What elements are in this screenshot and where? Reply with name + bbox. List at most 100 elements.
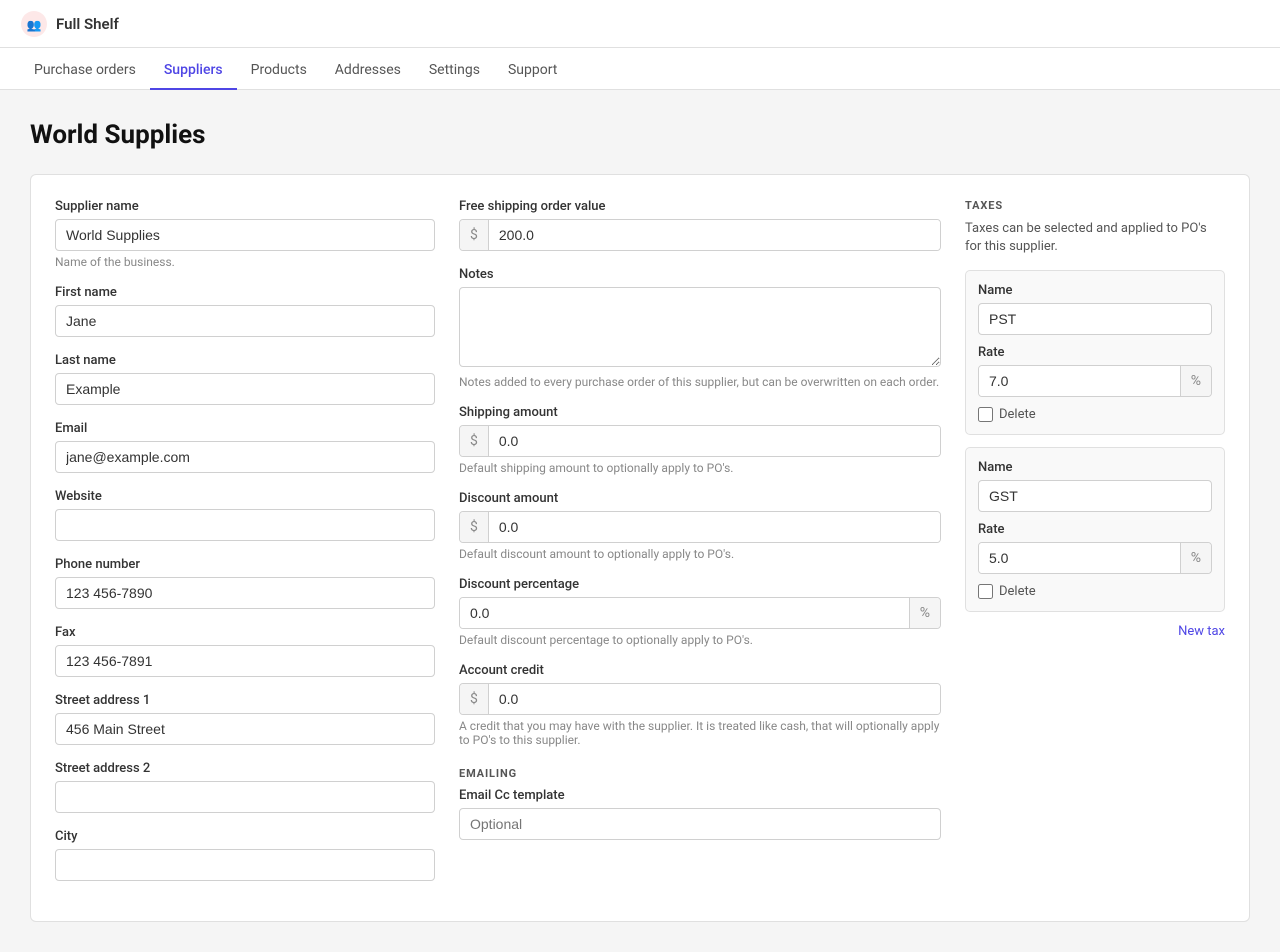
city-group: City (55, 829, 435, 881)
app-title: Full Shelf (56, 15, 119, 33)
first-name-label: First name (55, 285, 435, 300)
tab-support[interactable]: Support (494, 52, 571, 90)
pst-delete-checkbox[interactable] (978, 407, 993, 422)
gst-rate-wrapper: % (978, 542, 1212, 574)
fax-input[interactable] (55, 645, 435, 677)
shipping-input[interactable] (489, 426, 940, 456)
emailing-section-label: EMAILING (459, 767, 941, 780)
tax-item-gst: Name Rate % Delete (965, 447, 1225, 612)
shipping-amount-group: Shipping amount $ Default shipping amoun… (459, 405, 941, 475)
free-shipping-prefix: $ (460, 220, 489, 250)
pst-rate-label: Rate (978, 345, 1212, 360)
page-title: World Supplies (30, 120, 1250, 150)
supplier-name-group: Supplier name Name of the business. (55, 199, 435, 269)
top-bar: 👥 Full Shelf (0, 0, 1280, 48)
pst-rate-suffix: % (1180, 366, 1211, 396)
tab-purchase-orders[interactable]: Purchase orders (20, 52, 150, 90)
pst-rate-input[interactable] (979, 366, 1180, 396)
shipping-hint: Default shipping amount to optionally ap… (459, 461, 941, 475)
pst-name-label: Name (978, 283, 1212, 298)
discount-prefix: $ (460, 512, 489, 542)
notes-textarea[interactable] (459, 287, 941, 367)
email-cc-input[interactable] (459, 808, 941, 840)
gst-rate-label: Rate (978, 522, 1212, 537)
nav-tabs: Purchase orders Suppliers Products Addre… (0, 48, 1280, 90)
street2-group: Street address 2 (55, 761, 435, 813)
free-shipping-input-wrapper: $ (459, 219, 941, 251)
street2-label: Street address 2 (55, 761, 435, 776)
pst-name-input[interactable] (978, 303, 1212, 335)
notes-label: Notes (459, 267, 941, 282)
city-input[interactable] (55, 849, 435, 881)
fax-group: Fax (55, 625, 435, 677)
first-name-group: First name (55, 285, 435, 337)
discount-amount-group: Discount amount $ Default discount amoun… (459, 491, 941, 561)
gst-delete-checkbox[interactable] (978, 584, 993, 599)
phone-label: Phone number (55, 557, 435, 572)
supplier-name-hint: Name of the business. (55, 255, 435, 269)
gst-rate-input[interactable] (979, 543, 1180, 573)
account-credit-group: Account credit $ A credit that you may h… (459, 663, 941, 747)
taxes-column: TAXES Taxes can be selected and applied … (965, 199, 1225, 897)
email-label: Email (55, 421, 435, 436)
supplier-name-input[interactable] (55, 219, 435, 251)
notes-hint: Notes added to every purchase order of t… (459, 375, 941, 389)
pst-rate-wrapper: % (978, 365, 1212, 397)
website-group: Website (55, 489, 435, 541)
phone-group: Phone number (55, 557, 435, 609)
phone-input[interactable] (55, 577, 435, 609)
pst-rate-group: Rate % (978, 345, 1212, 397)
email-input[interactable] (55, 441, 435, 473)
left-column: Supplier name Name of the business. Firs… (55, 199, 435, 897)
discount-pct-suffix: % (909, 598, 940, 628)
email-group: Email (55, 421, 435, 473)
pst-delete-label: Delete (999, 407, 1036, 422)
website-input[interactable] (55, 509, 435, 541)
email-cc-label: Email Cc template (459, 788, 941, 803)
gst-name-label: Name (978, 460, 1212, 475)
free-shipping-input[interactable] (489, 220, 940, 250)
logo-icon: 👥 (20, 10, 48, 38)
discount-pct-group: Discount percentage % Default discount p… (459, 577, 941, 647)
new-tax-link[interactable]: New tax (965, 624, 1225, 639)
discount-pct-hint: Default discount percentage to optionall… (459, 633, 941, 647)
tab-settings[interactable]: Settings (415, 52, 494, 90)
notes-group: Notes Notes added to every purchase orde… (459, 267, 941, 389)
street1-label: Street address 1 (55, 693, 435, 708)
last-name-input[interactable] (55, 373, 435, 405)
account-credit-input-wrapper: $ (459, 683, 941, 715)
free-shipping-group: Free shipping order value $ (459, 199, 941, 251)
discount-input-wrapper: $ (459, 511, 941, 543)
gst-name-group: Name (978, 460, 1212, 512)
discount-pct-input[interactable] (460, 598, 909, 628)
first-name-input[interactable] (55, 305, 435, 337)
tab-addresses[interactable]: Addresses (321, 52, 415, 90)
supplier-name-label: Supplier name (55, 199, 435, 214)
gst-delete-label: Delete (999, 584, 1036, 599)
taxes-header: TAXES (965, 199, 1225, 212)
discount-pct-input-wrapper: % (459, 597, 941, 629)
last-name-label: Last name (55, 353, 435, 368)
tab-products[interactable]: Products (237, 52, 321, 90)
discount-input[interactable] (489, 512, 940, 542)
gst-rate-group: Rate % (978, 522, 1212, 574)
street2-input[interactable] (55, 781, 435, 813)
street1-input[interactable] (55, 713, 435, 745)
shipping-prefix: $ (460, 426, 489, 456)
account-credit-input[interactable] (489, 684, 940, 714)
free-shipping-label: Free shipping order value (459, 199, 941, 214)
tab-suppliers[interactable]: Suppliers (150, 52, 237, 90)
shipping-input-wrapper: $ (459, 425, 941, 457)
main-card: Supplier name Name of the business. Firs… (30, 174, 1250, 922)
shipping-amount-label: Shipping amount (459, 405, 941, 420)
gst-name-input[interactable] (978, 480, 1212, 512)
logo-area: 👥 Full Shelf (20, 10, 119, 38)
website-label: Website (55, 489, 435, 504)
fax-label: Fax (55, 625, 435, 640)
page-content: World Supplies Supplier name Name of the… (0, 90, 1280, 952)
taxes-desc: Taxes can be selected and applied to PO'… (965, 220, 1225, 256)
account-credit-prefix: $ (460, 684, 489, 714)
gst-rate-suffix: % (1180, 543, 1211, 573)
account-credit-hint: A credit that you may have with the supp… (459, 719, 941, 747)
svg-text:👥: 👥 (27, 18, 42, 32)
